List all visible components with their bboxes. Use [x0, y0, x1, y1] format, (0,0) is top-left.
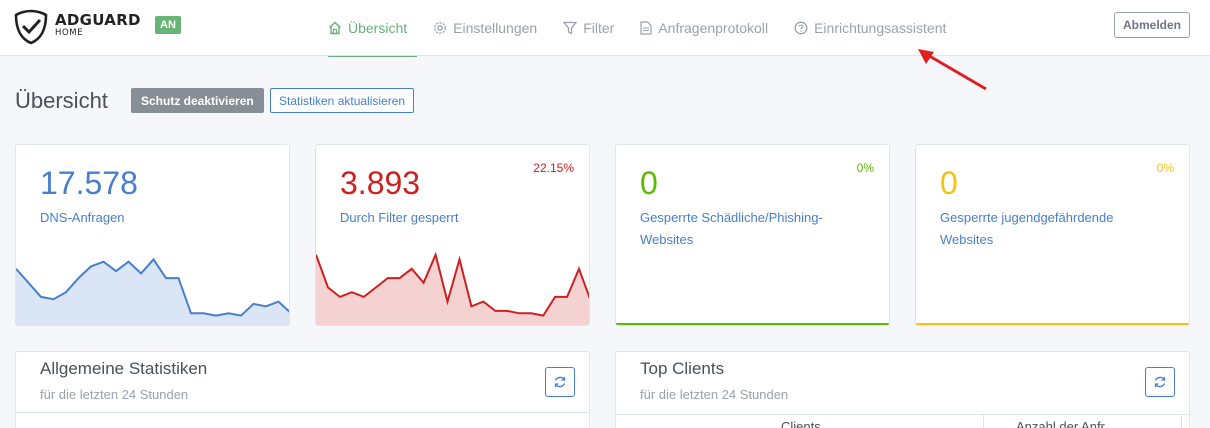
column-header-client[interactable]: Clients	[781, 419, 821, 428]
stat-card-dns-queries: 17.578 DNS-Anfragen	[15, 144, 290, 326]
nav-label-query-log: Anfragenprotokoll	[658, 20, 769, 36]
nav-item-filters[interactable]: Filter	[563, 0, 626, 56]
blocked-value: 3.893	[340, 165, 421, 201]
blocked-label: Durch Filter gesperrt	[340, 210, 459, 225]
adult-percent: 0%	[1156, 161, 1174, 175]
blocked-sparkline-area	[316, 254, 589, 325]
clients-refresh-button[interactable]	[1145, 367, 1175, 397]
blocked-percent: 22.15%	[533, 161, 574, 175]
top-clients-panel: Top Clients für die letzten 24 Stunden C…	[615, 351, 1190, 428]
adult-label: Gesperrte jugendgefährdende Websites	[940, 210, 1114, 247]
logout-button[interactable]: Abmelden	[1114, 12, 1190, 38]
general-refresh-button[interactable]	[545, 367, 575, 397]
column-header-requests[interactable]: Anzahl der Anfr	[1016, 419, 1105, 428]
top-clients-subtitle: für die letzten 24 Stunden	[640, 387, 789, 402]
nav-item-settings[interactable]: Einstellungen	[433, 0, 549, 56]
general-statistics-title: Allgemeine Statistiken	[40, 359, 208, 378]
general-statistics-subtitle: für die letzten 24 Stunden	[40, 387, 189, 402]
filter-icon	[563, 21, 578, 35]
page-title: Übersicht	[15, 88, 108, 113]
top-header: ADGUARD HOME AN Übersicht Einstellungen …	[0, 0, 1210, 57]
brand-sub: HOME	[55, 28, 84, 38]
malware-label: Gesperrte Schädliche/Phishing-Websites	[640, 210, 823, 247]
brand-name: ADGUARD	[55, 11, 141, 29]
malware-value: 0	[640, 165, 658, 201]
top-clients-title: Top Clients	[640, 359, 725, 378]
annotation-arrow-icon	[918, 49, 987, 91]
adguard-logo[interactable]: ADGUARD HOME	[14, 9, 141, 45]
refresh-icon	[1154, 376, 1166, 388]
nav-label-settings: Einstellungen	[453, 20, 538, 36]
dns-queries-label: DNS-Anfragen	[40, 210, 125, 225]
nav-item-query-log[interactable]: Anfragenprotokoll	[640, 0, 780, 56]
clients-table-header: Clients Anzahl der Anfr	[616, 414, 1189, 428]
nav-label-filters: Filter	[583, 20, 615, 36]
home-icon	[329, 21, 341, 35]
disable-protection-button[interactable]: Schutz deaktivieren	[131, 88, 264, 113]
help-circle-icon	[794, 21, 808, 35]
refresh-statistics-button[interactable]: Statistiken aktualisieren	[270, 88, 415, 113]
blocked-sparkline	[316, 251, 589, 325]
shield-check-icon	[14, 9, 48, 45]
gear-icon	[434, 22, 446, 34]
adult-baseline	[916, 323, 1189, 325]
general-statistics-panel: Allgemeine Statistiken für die letzten 2…	[15, 351, 590, 428]
malware-percent: 0%	[856, 161, 874, 175]
dns-queries-value: 17.578	[40, 165, 138, 201]
status-badge: AN	[155, 16, 181, 34]
nav-item-overview[interactable]: Übersicht	[328, 0, 419, 57]
main-nav: Übersicht Einstellungen Filter Anfragenp…	[328, 0, 972, 57]
refresh-icon	[554, 376, 566, 388]
dns-queries-sparkline	[16, 257, 289, 325]
stat-card-blocked: 3.893 Durch Filter gesperrt 22.15%	[315, 144, 590, 326]
stat-card-malware-phishing: 0 Gesperrte Schädliche/Phishing-Websites…	[615, 144, 890, 326]
malware-baseline	[616, 323, 889, 325]
nav-label-overview: Übersicht	[348, 20, 408, 36]
column-separator	[1181, 415, 1182, 428]
general-divider	[16, 412, 589, 413]
column-separator	[983, 415, 984, 428]
nav-label-setup-guide: Einrichtungsassistent	[814, 20, 947, 36]
document-icon	[640, 21, 652, 35]
adult-value: 0	[940, 165, 958, 201]
stat-card-adult: 0 Gesperrte jugendgefährdende Websites 0…	[915, 144, 1190, 326]
dns-queries-sparkline-area	[16, 259, 289, 325]
